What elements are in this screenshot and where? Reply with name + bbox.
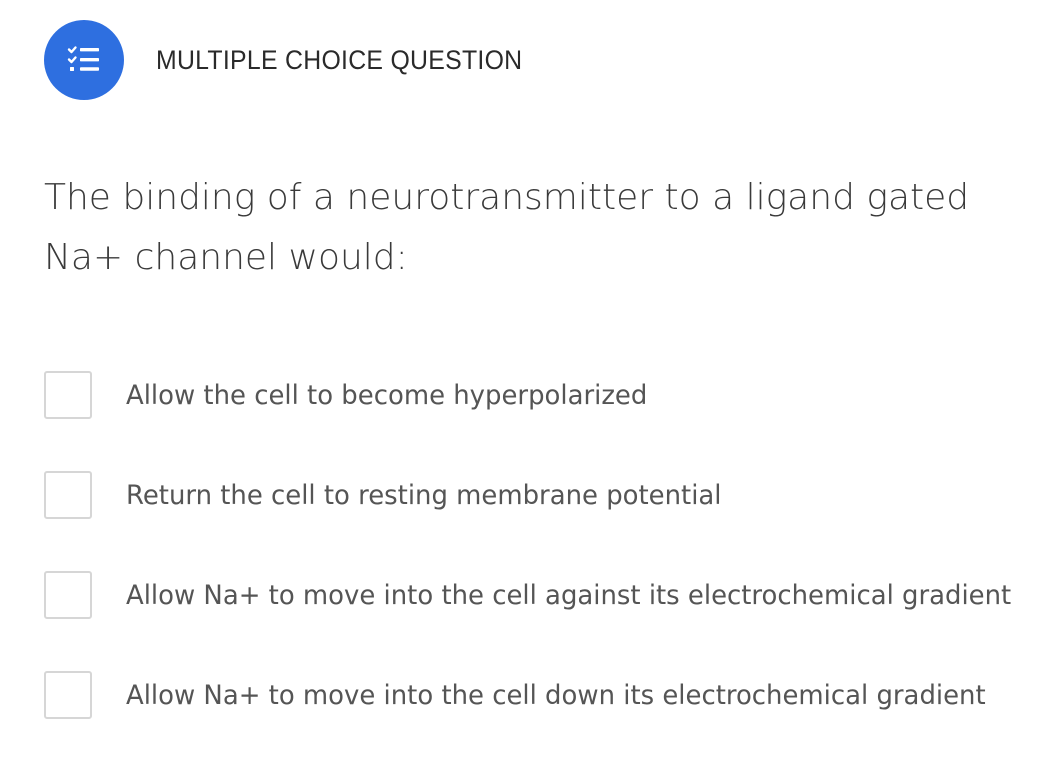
question-text: The binding of a neurotransmitter to a l… bbox=[44, 177, 970, 278]
answer-options: Allow the cell to become hyperpolarized … bbox=[44, 369, 1064, 769]
answer-label[interactable]: Allow the cell to become hyperpolarized bbox=[126, 380, 647, 411]
answer-option[interactable]: Allow Na+ to move into the cell down its… bbox=[44, 669, 1064, 721]
answer-option[interactable]: Allow Na+ to move into the cell against … bbox=[44, 569, 1064, 621]
answer-label[interactable]: Allow Na+ to move into the cell against … bbox=[126, 580, 1011, 611]
answer-checkbox[interactable] bbox=[44, 671, 92, 719]
answer-checkbox[interactable] bbox=[44, 371, 92, 419]
checklist-icon bbox=[67, 46, 99, 71]
answer-option[interactable]: Return the cell to resting membrane pote… bbox=[44, 469, 1064, 521]
answer-checkbox[interactable] bbox=[44, 571, 92, 619]
answer-label[interactable]: Allow Na+ to move into the cell down its… bbox=[126, 680, 986, 711]
answer-checkbox[interactable] bbox=[44, 471, 92, 519]
question-header: MULTIPLE CHOICE QUESTION bbox=[44, 20, 554, 100]
question-type-label: MULTIPLE CHOICE QUESTION bbox=[156, 44, 523, 75]
answer-option[interactable]: Allow the cell to become hyperpolarized bbox=[44, 369, 1064, 421]
question-type-badge bbox=[44, 20, 124, 100]
answer-label[interactable]: Return the cell to resting membrane pote… bbox=[126, 480, 722, 511]
